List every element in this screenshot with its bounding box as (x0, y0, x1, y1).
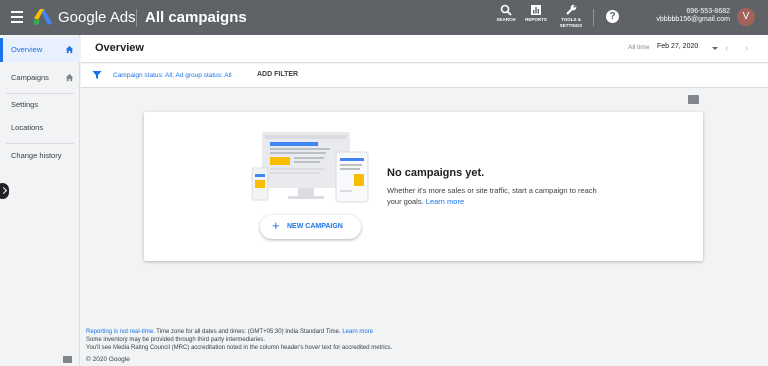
brand-name: Google Ads (58, 9, 136, 26)
reports-label: REPORTS (525, 17, 547, 22)
title-divider (136, 9, 137, 27)
tools-label-line2: SETTINGS (559, 23, 583, 28)
overview-header: Overview All time Feb 27, 2020 ‹ › (81, 35, 768, 63)
overview-title: Overview (95, 42, 144, 54)
sidebar-item-label: Locations (11, 123, 44, 132)
feedback-icon[interactable] (688, 95, 699, 104)
footer-notes: Reporting is not real-time. Time zone fo… (86, 328, 686, 352)
footer-learn-more-link[interactable]: Learn more (342, 329, 373, 335)
account-email[interactable]: vbbbbb156@gmail.com (656, 16, 730, 23)
sidebar-item-locations[interactable]: Locations (0, 116, 80, 140)
new-campaign-label: NEW CAMPAIGN (287, 223, 343, 230)
sidebar-item-label: Settings (11, 100, 39, 109)
topbar-divider (593, 9, 594, 26)
menu-icon[interactable] (11, 11, 23, 23)
filter-status-text[interactable]: Campaign status: All; Ad group status: A… (113, 72, 232, 79)
footer-line-2: Some inventory may be provided through t… (86, 337, 266, 343)
wrench-icon (566, 4, 577, 15)
empty-state-description: Whether it's more sales or site traffic,… (387, 185, 607, 207)
top-app-bar: Google Ads All campaigns SEARCH REPORTS … (0, 0, 768, 35)
sidebar-item-label: Campaigns (11, 73, 49, 82)
account-phone[interactable]: 696-553-8682 (686, 8, 730, 15)
footer-line-1: Reporting is not real-time. Time zone fo… (86, 328, 686, 336)
reporting-link[interactable]: Reporting is not real-time. (86, 329, 155, 335)
tools-settings-button[interactable]: TOOLS & SETTINGS (553, 4, 589, 32)
devices-illustration (251, 132, 369, 203)
empty-state-text: Whether it's more sales or site traffic,… (387, 186, 597, 206)
help-icon[interactable]: ? (606, 10, 619, 23)
next-period-button[interactable]: › (745, 43, 748, 54)
reports-button[interactable]: REPORTS (518, 4, 554, 32)
collapse-sidebar-button[interactable] (0, 183, 9, 199)
filter-icon[interactable] (92, 70, 102, 80)
sidebar-item-change-history[interactable]: Change history (0, 144, 80, 168)
date-range-value[interactable]: Feb 27, 2020 (657, 43, 698, 50)
prev-period-button[interactable]: ‹ (725, 43, 728, 54)
sidebar-item-overview[interactable]: Overview (0, 38, 80, 62)
date-range-label[interactable]: All time (628, 44, 649, 51)
plus-icon: + (272, 218, 280, 233)
home-icon (65, 45, 74, 54)
google-ads-logo-icon[interactable] (33, 8, 53, 26)
feedback-icon[interactable] (63, 356, 72, 363)
new-campaign-button[interactable]: + NEW CAMPAIGN (260, 215, 361, 239)
avatar[interactable]: V (737, 8, 755, 26)
page-title: All campaigns (145, 9, 247, 26)
tools-label-line1: TOOLS & (561, 17, 581, 22)
sidebar-item-label: Overview (11, 45, 43, 54)
learn-more-link[interactable]: Learn more (426, 197, 464, 206)
home-icon (65, 73, 74, 82)
empty-state-title: No campaigns yet. (387, 167, 485, 179)
reports-icon (531, 5, 541, 15)
copyright: © 2020 Google (86, 356, 130, 363)
add-filter-button[interactable]: ADD FILTER (257, 71, 298, 78)
empty-state-card: No campaigns yet. Whether it's more sale… (144, 112, 703, 261)
timezone-text: Time zone for all dates and times: (GMT+… (156, 329, 341, 335)
footer-line-3: You'll see Media Rating Council (MRC) ac… (86, 345, 393, 351)
sidebar-item-label: Change history (11, 151, 62, 160)
sidebar-item-campaigns[interactable]: Campaigns (0, 66, 80, 90)
sidebar: Overview Campaigns Settings Locations Ch… (0, 35, 80, 366)
filter-bar: Campaign status: All; Ad group status: A… (81, 64, 768, 88)
chevron-down-icon[interactable] (712, 47, 718, 50)
search-icon (500, 4, 512, 16)
sidebar-item-settings[interactable]: Settings (0, 93, 80, 117)
